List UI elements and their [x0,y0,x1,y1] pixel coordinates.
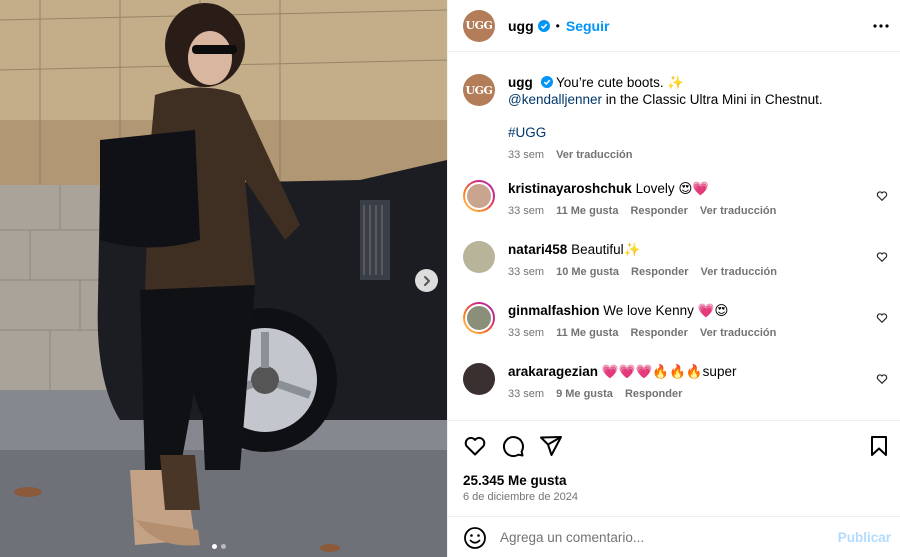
username[interactable]: ugg [508,18,534,34]
comment-text: We love Kenny 💗😍 [603,303,729,318]
follow-button[interactable]: Seguir [566,18,610,34]
save-icon[interactable] [867,434,891,458]
verified-icon [540,76,553,88]
post-panel: UGG ugg • Seguir UGG ugg You’re cute boo… [447,0,900,557]
likes-count[interactable]: 25.345 Me gusta [463,473,567,488]
translate-link[interactable]: Ver traducción [556,147,632,164]
reply-button[interactable]: Responder [630,325,687,342]
comment-meta: 33 sem 11 Me gusta Responder Ver traducción [508,203,888,220]
comment-username[interactable]: natari458 [508,242,567,257]
more-icon[interactable] [873,18,889,34]
post-header: UGG ugg • Seguir [448,0,900,52]
separator: • [555,18,560,33]
post-date: 6 de diciembre de 2024 [463,491,578,503]
caption-text: You’re cute boots. ✨ [556,75,685,90]
timestamp[interactable]: 33 sem [508,386,544,403]
carousel-dot-active [212,544,217,549]
timestamp[interactable]: 33 sem [508,147,544,164]
comment-row: natari458 Beautiful✨ 33 sem 10 Me gusta Res… [463,241,888,281]
caption-meta: 33 sem Ver traducción [508,147,888,164]
comment-body: natari458 Beautiful✨ 33 sem 10 Me gusta Res… [508,241,888,281]
comment-meta: 33 sem 11 Me gusta Responder Ver traducción [508,325,888,342]
comment-heart-icon[interactable] [876,312,888,324]
translate-link[interactable]: Ver traducción [700,325,776,342]
reply-button[interactable]: Responder [630,203,687,220]
comment-row: arakaragezian 💗💗💗🔥🔥🔥super 33 sem 9 Me gust… [463,363,888,403]
comment-text: Beautiful✨ [571,242,641,257]
avatar[interactable]: UGG [463,74,495,106]
comment-username[interactable]: kristinayaroshchuk [508,181,632,196]
timestamp[interactable]: 33 sem [508,325,544,342]
caption-username[interactable]: ugg [508,75,533,90]
translate-link[interactable]: Ver traducción [700,203,776,220]
translate-link[interactable]: Ver traducción [701,264,777,281]
comment-heart-icon[interactable] [876,251,888,263]
comment-text: 💗💗💗🔥🔥🔥super [601,364,737,379]
comment-username[interactable]: arakaragezian [508,364,598,379]
caption-body: ugg You’re cute boots. ✨ @kendalljenner … [508,74,888,164]
comment-username[interactable]: ginmalfashion [508,303,600,318]
carousel-dots [212,544,226,549]
avatar[interactable] [463,363,495,395]
post-photo [0,0,447,557]
comment-likes[interactable]: 11 Me gusta [556,203,618,220]
comment-icon[interactable] [501,434,525,458]
heart-icon[interactable] [463,434,487,458]
reply-button[interactable]: Responder [625,386,682,403]
comment-heart-icon[interactable] [876,190,888,202]
comment-meta: 33 sem 10 Me gusta Responder Ver traducción [508,264,888,281]
comment-input[interactable] [500,530,820,545]
comment-row: ginmalfashion We love Kenny 💗😍 33 sem 11 M… [463,302,888,342]
add-comment-bar: Publicar [448,516,900,557]
comment-row: kristinayaroshchuk Lovely 😍💗 33 sem 11 Me … [463,180,888,220]
post-actions: 25.345 Me gusta 6 de diciembre de 2024 P… [448,420,900,557]
emoji-icon[interactable] [463,526,487,550]
post-image[interactable] [0,0,447,557]
comment-text: Lovely 😍💗 [635,181,710,196]
avatar[interactable]: UGG [463,9,495,42]
publish-button[interactable]: Publicar [838,530,891,545]
comment-heart-icon[interactable] [876,373,888,385]
avatar[interactable] [463,180,495,212]
avatar[interactable] [463,241,495,273]
share-icon[interactable] [539,434,563,458]
chevron-right-icon [423,275,430,286]
hashtag-link[interactable]: #UGG [508,124,888,141]
comment-body: ginmalfashion We love Kenny 💗😍 33 sem 11 M… [508,302,888,342]
timestamp[interactable]: 33 sem [508,264,544,281]
comment-meta: 33 sem 9 Me gusta Responder [508,386,888,403]
caption-rest: in the Classic Ultra Mini in Chestnut. [602,92,823,107]
timestamp[interactable]: 33 sem [508,203,544,220]
comment-likes[interactable]: 9 Me gusta [556,386,613,403]
carousel-dot [221,544,226,549]
reply-button[interactable]: Responder [631,264,688,281]
comment-body: kristinayaroshchuk Lovely 😍💗 33 sem 11 Me … [508,180,888,220]
next-slide-button[interactable] [415,269,438,292]
comment-likes[interactable]: 11 Me gusta [556,325,618,342]
comment-likes[interactable]: 10 Me gusta [556,264,619,281]
verified-icon [537,19,550,32]
comment-body: arakaragezian 💗💗💗🔥🔥🔥super 33 sem 9 Me gust… [508,363,888,403]
avatar[interactable] [463,302,495,334]
post-caption: UGG ugg You’re cute boots. ✨ @kendalljen… [463,74,888,164]
mention-link[interactable]: @kendalljenner [508,92,602,107]
